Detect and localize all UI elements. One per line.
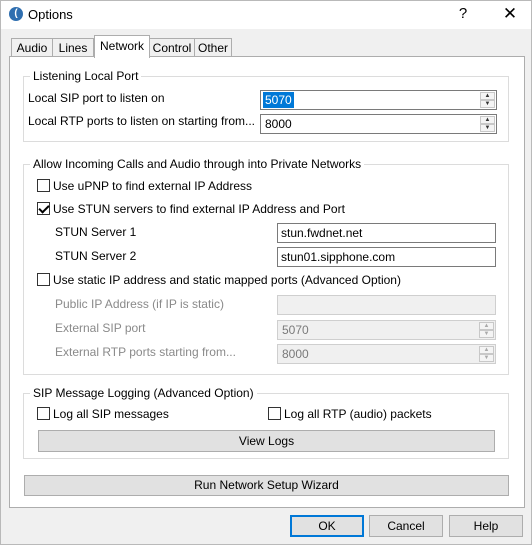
run-network-setup-wizard-button[interactable]: Run Network Setup Wizard xyxy=(24,475,509,496)
tab-network[interactable]: Network xyxy=(94,35,150,58)
spinner-arrows[interactable]: ▲ ▼ xyxy=(479,346,494,362)
static-ip-checkbox[interactable] xyxy=(37,273,50,286)
local-rtp-port-value[interactable]: 8000 xyxy=(263,116,294,132)
nat-traversal-group-title: Allow Incoming Calls and Audio through i… xyxy=(30,157,365,171)
spin-up-icon[interactable]: ▲ xyxy=(480,92,495,100)
external-sip-port-value[interactable]: 5070 xyxy=(280,322,311,338)
log-sip-label[interactable]: Log all SIP messages xyxy=(53,406,169,422)
spin-down-icon[interactable]: ▼ xyxy=(479,330,494,338)
options-dialog: ( Options ? ✕ Audio Lines Network Contro… xyxy=(0,0,532,545)
log-rtp-label[interactable]: Log all RTP (audio) packets xyxy=(284,406,432,422)
spin-up-icon[interactable]: ▲ xyxy=(480,116,495,124)
listening-port-group-title: Listening Local Port xyxy=(30,69,142,83)
close-button[interactable]: ✕ xyxy=(499,4,521,24)
external-sip-port-spinner[interactable]: 5070 ▲ ▼ xyxy=(277,320,496,340)
log-sip-checkbox[interactable] xyxy=(37,407,50,420)
sip-logging-group-title: SIP Message Logging (Advanced Option) xyxy=(30,386,257,400)
local-rtp-port-label: Local RTP ports to listen on starting fr… xyxy=(28,114,255,128)
log-rtp-checkbox[interactable] xyxy=(268,407,281,420)
help-title-button[interactable]: ? xyxy=(453,4,473,24)
spin-down-icon[interactable]: ▼ xyxy=(479,354,494,362)
title-bar: ( Options ? ✕ xyxy=(1,1,531,29)
tab-audio[interactable]: Audio xyxy=(11,38,53,57)
listening-port-group: Listening Local Port Local SIP port to l… xyxy=(23,69,509,142)
local-sip-port-spinner[interactable]: 5070 ▲ ▼ xyxy=(260,90,497,110)
cancel-button[interactable]: Cancel xyxy=(369,515,443,537)
help-button[interactable]: Help xyxy=(449,515,523,537)
local-rtp-port-spinner[interactable]: 8000 ▲ ▼ xyxy=(260,114,497,134)
spin-up-icon[interactable]: ▲ xyxy=(479,322,494,330)
tab-other[interactable]: Other xyxy=(194,38,232,57)
window-title: Options xyxy=(28,7,73,22)
sip-logging-group: SIP Message Logging (Advanced Option) Lo… xyxy=(23,386,509,459)
external-rtp-port-value[interactable]: 8000 xyxy=(280,346,311,362)
stun-server-2-label: STUN Server 2 xyxy=(55,249,137,263)
stun-server-1-field[interactable]: stun.fwdnet.net xyxy=(277,223,496,243)
stun-server-2-field[interactable]: stun01.sipphone.com xyxy=(277,247,496,267)
external-sip-port-label: External SIP port xyxy=(55,321,146,335)
local-sip-port-value[interactable]: 5070 xyxy=(263,92,294,108)
upnp-checkbox[interactable] xyxy=(37,179,50,192)
external-rtp-port-label: External RTP ports starting from... xyxy=(55,345,236,359)
stun-label[interactable]: Use STUN servers to find external IP Add… xyxy=(53,201,345,217)
network-tab-panel: Listening Local Port Local SIP port to l… xyxy=(9,56,525,508)
static-ip-label[interactable]: Use static IP address and static mapped … xyxy=(53,272,401,288)
spin-down-icon[interactable]: ▼ xyxy=(480,100,495,108)
view-logs-button[interactable]: View Logs xyxy=(38,430,495,452)
spin-down-icon[interactable]: ▼ xyxy=(480,124,495,132)
tab-lines[interactable]: Lines xyxy=(52,38,94,57)
public-ip-field[interactable] xyxy=(277,295,496,315)
public-ip-label: Public IP Address (if IP is static) xyxy=(55,297,224,311)
spinner-arrows[interactable]: ▲ ▼ xyxy=(480,92,495,108)
nat-traversal-group: Allow Incoming Calls and Audio through i… xyxy=(23,157,509,375)
spinner-arrows[interactable]: ▲ ▼ xyxy=(480,116,495,132)
spinner-arrows[interactable]: ▲ ▼ xyxy=(479,322,494,338)
external-rtp-port-spinner[interactable]: 8000 ▲ ▼ xyxy=(277,344,496,364)
spin-up-icon[interactable]: ▲ xyxy=(479,346,494,354)
phone-app-icon: ( xyxy=(9,7,23,21)
ok-button[interactable]: OK xyxy=(290,515,364,537)
stun-server-1-label: STUN Server 1 xyxy=(55,225,137,239)
local-sip-port-label: Local SIP port to listen on xyxy=(28,91,165,105)
stun-checkbox[interactable] xyxy=(37,202,50,215)
upnp-label[interactable]: Use uPNP to find external IP Address xyxy=(53,178,252,194)
tab-control[interactable]: Control xyxy=(148,38,196,57)
